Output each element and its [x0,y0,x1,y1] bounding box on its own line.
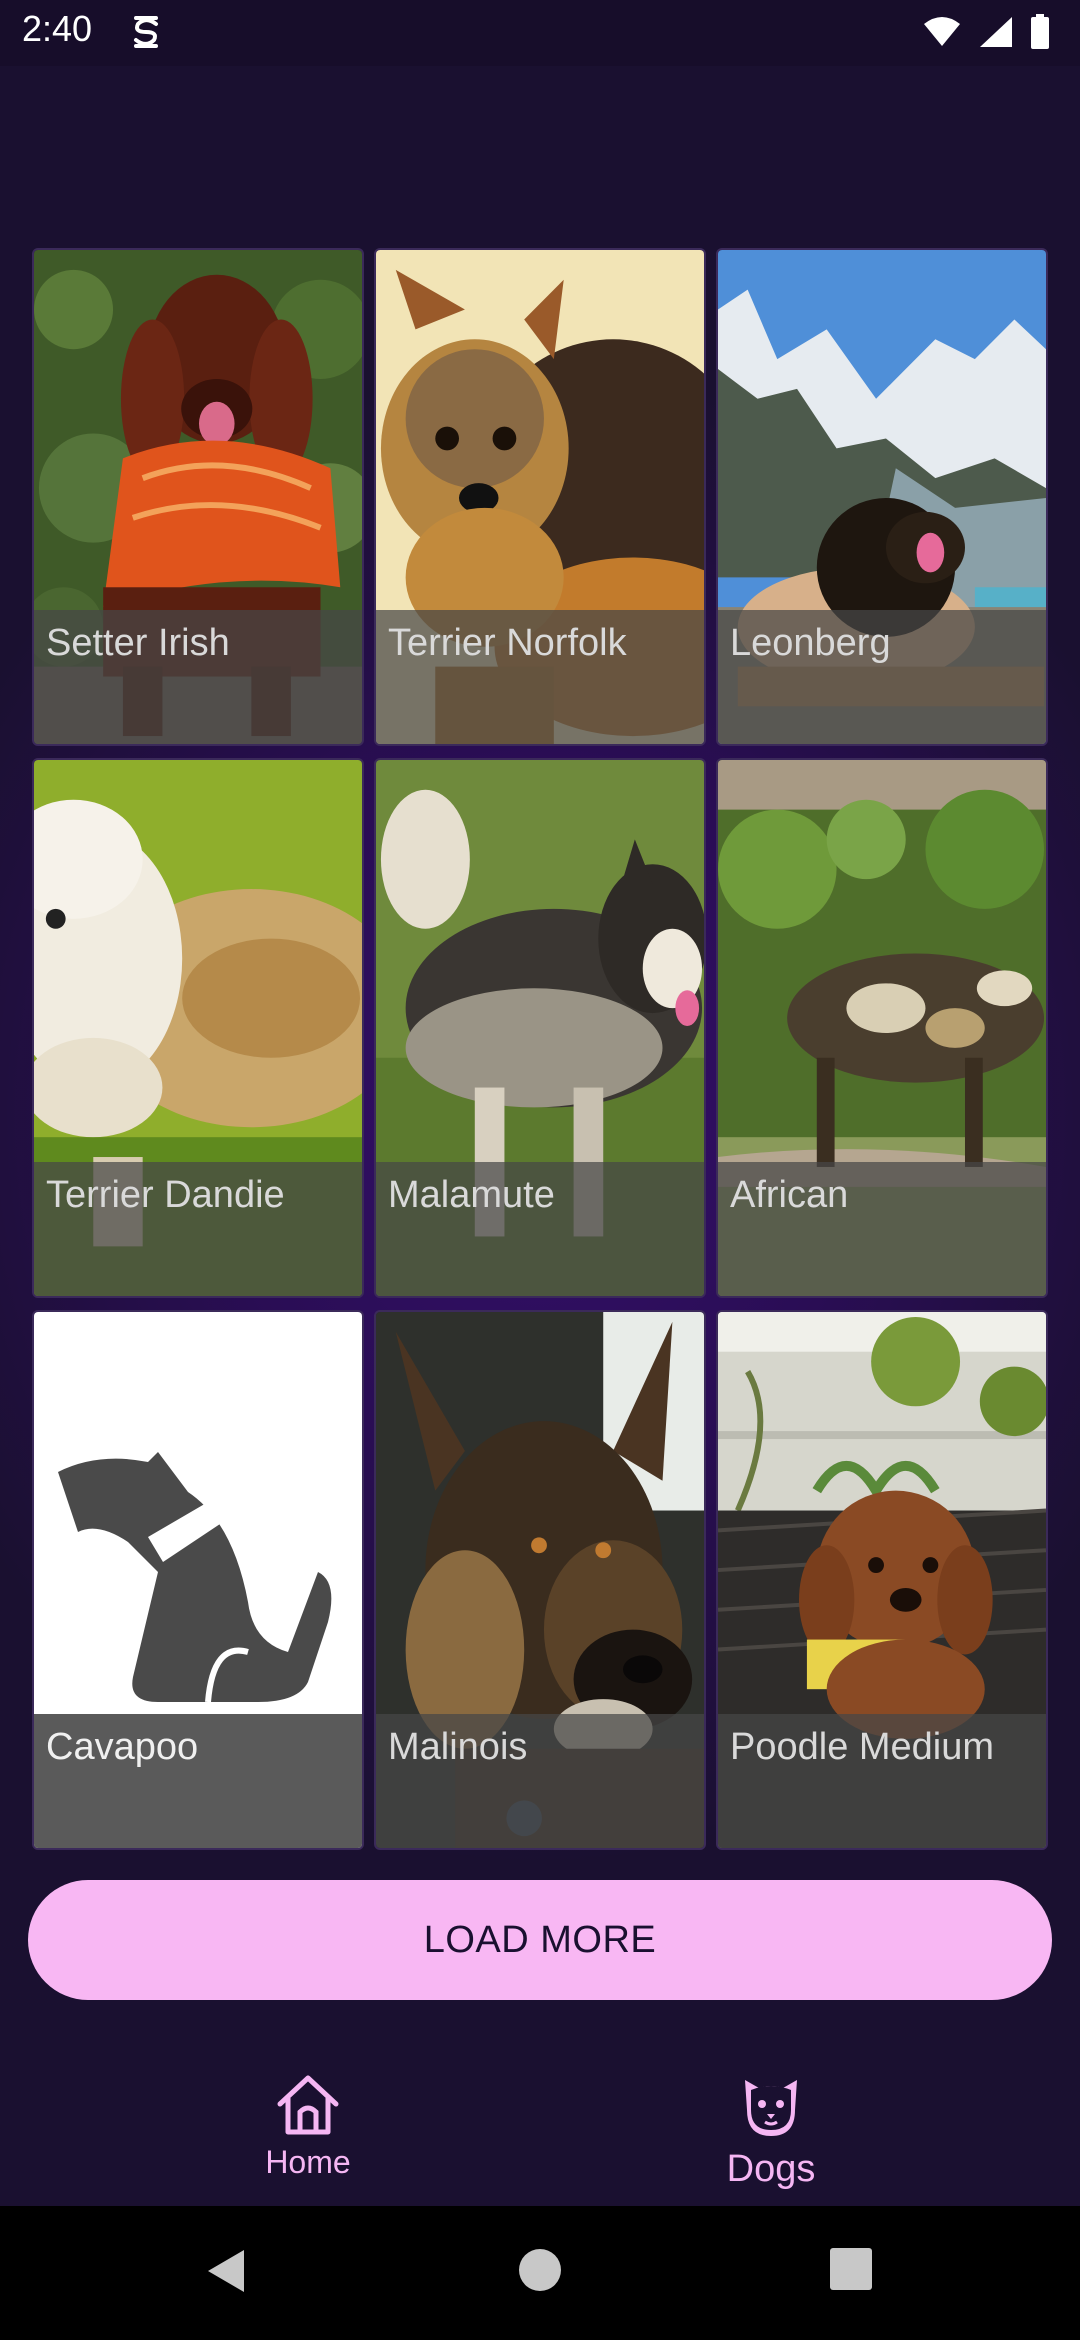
dog-name: Poodle Medium [730,1726,995,1768]
dog-name: Terrier Dandie [46,1174,285,1216]
dog-grid: Setter Irish Terrier Norfolk Leonberg Te… [32,248,1050,1850]
card-caption: Malinois [376,1714,704,1848]
nav-label-home: Home [265,2144,351,2180]
placeholder-dog-icon [58,1452,332,1702]
card-caption: Setter Irish [34,610,362,744]
nav-label-dogs: Dogs [726,2148,816,2190]
dog-card-malamute[interactable]: Malamute [374,758,706,1298]
load-more-button[interactable]: LOAD MORE [28,1880,1052,2000]
system-navigation-bar [0,2206,1080,2340]
home-circle-icon[interactable] [518,2248,562,2292]
recents-icon[interactable] [830,2248,872,2290]
dog-card-setter-irish[interactable]: Setter Irish [32,248,364,746]
dog-card-leonberg[interactable]: Leonberg [716,248,1048,746]
signal-icon [980,17,1012,47]
card-caption: Terrier Norfolk [376,610,704,744]
dog-name: Terrier Norfolk [388,622,627,664]
card-caption: Terrier Dandie [34,1162,362,1296]
dog-name: Cavapoo [46,1726,199,1768]
dog-name: African [730,1174,849,1216]
dog-card-terrier-dandie[interactable]: Terrier Dandie [32,758,364,1298]
card-caption: Leonberg [718,610,1046,744]
dog-name: Malamute [388,1174,555,1216]
wifi-icon [924,17,960,46]
card-caption: Malamute [376,1162,704,1296]
dog-card-terrier-norfolk[interactable]: Terrier Norfolk [374,248,706,746]
card-caption: African [718,1162,1046,1296]
dog-name: Malinois [388,1726,528,1768]
card-caption: Poodle Medium [718,1714,1046,1848]
dog-name: Leonberg [730,622,891,664]
dog-face-icon [745,2080,797,2136]
card-caption: Cavapoo [34,1714,362,1848]
dog-card-african[interactable]: African [716,758,1048,1298]
dog-card-cavapoo[interactable]: Cavapoo [32,1310,364,1850]
dog-name: Setter Irish [46,622,230,664]
app-notification-icon [134,16,158,48]
nav-item-home[interactable]: Home [208,2074,408,2181]
bottom-navigation: Home Dogs [0,2030,1080,2206]
dog-card-malinois[interactable]: Malinois [374,1310,706,1850]
nav-item-dogs[interactable]: Dogs [671,2074,871,2191]
dog-card-poodle-medium[interactable]: Poodle Medium [716,1310,1048,1850]
back-icon[interactable] [204,2248,246,2294]
status-time: 2:40 [22,8,93,49]
home-icon [277,2075,339,2135]
status-bar: 2:40 [0,0,1080,66]
battery-icon [1031,14,1049,49]
status-icons [922,12,1050,52]
